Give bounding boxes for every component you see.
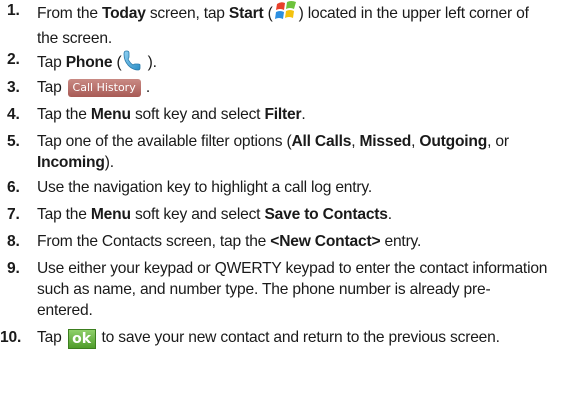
text: the screen. (37, 30, 112, 47)
text: From the Contacts screen, tap the (37, 233, 271, 250)
text: Tap one of the available filter options … (37, 133, 292, 150)
step-text: Tap ok to save your new contact and return… (37, 327, 581, 349)
text: Use either your keypad or QWERTY keypad … (37, 260, 548, 277)
step-number: 4. (7, 106, 20, 123)
start-label: Start (228, 5, 264, 22)
step-text: Tap Phone ( ). (37, 49, 581, 77)
step-number: 10. (0, 329, 22, 346)
text: Tap the (37, 206, 91, 223)
save-to-contacts-label: Save to Contacts (264, 206, 388, 223)
step-text: From the Today screen, tap Start ( ) loc… (37, 0, 581, 49)
step-text: Tap the Menu soft key and select Save to… (37, 204, 581, 225)
text: From the (37, 5, 102, 22)
step-number: 5. (7, 133, 20, 150)
text: , or (487, 133, 509, 150)
text: Tap (37, 329, 62, 346)
step-text: Tap one of the available filter options … (37, 131, 581, 173)
ok-button[interactable]: ok (67, 329, 96, 349)
windows-start-icon (273, 0, 299, 28)
step-number: 8. (7, 233, 20, 250)
menu-label: Menu (90, 206, 131, 223)
missed-label: Missed (359, 133, 412, 150)
text: entered. (37, 302, 93, 319)
step-number: 3. (7, 79, 20, 96)
incoming-label: Incoming (37, 154, 105, 171)
step-text: Tap Call History . (37, 77, 581, 98)
step-number: 2. (7, 51, 20, 68)
today-label: Today (101, 5, 146, 22)
text: . (387, 206, 392, 223)
call-history-button[interactable]: Call History (67, 79, 141, 97)
text: screen, tap (145, 5, 229, 22)
filter-label: Filter (264, 106, 302, 123)
text: ( (263, 5, 273, 22)
step-text: Tap the Menu soft key and select Filter. (37, 104, 581, 125)
phone-handset-icon (121, 49, 143, 77)
text: soft key and select (130, 106, 265, 123)
text: ) located in the upper left corner of (298, 5, 529, 22)
step-number: 1. (7, 2, 20, 19)
text: ). (104, 154, 114, 171)
text: soft key and select (130, 206, 265, 223)
text: to save your new contact and return to t… (101, 329, 500, 346)
text: ( (112, 54, 122, 71)
step-number: 9. (7, 260, 20, 277)
step-number: 6. (7, 179, 20, 196)
outgoing-label: Outgoing (419, 133, 488, 150)
step-number: 7. (7, 206, 20, 223)
text: . (301, 106, 306, 123)
text: such as name, and number type. The phone… (37, 281, 491, 298)
step-text: Use the navigation key to highlight a ca… (37, 179, 372, 196)
all-calls-label: All Calls (291, 133, 352, 150)
step-text: From the Contacts screen, tap the <New C… (37, 231, 581, 252)
text: ). (143, 54, 157, 71)
new-contact-label: <New Contact> (270, 233, 381, 250)
step-text: Use either your keypad or QWERTY keypad … (37, 258, 581, 321)
text: entry. (380, 233, 422, 250)
text: Tap (37, 54, 66, 71)
text: Tap the (37, 106, 91, 123)
text: . (145, 79, 150, 96)
menu-label: Menu (90, 106, 131, 123)
text: Tap (37, 79, 62, 96)
instruction-document: 1. From the Today screen, tap Start ( ) … (0, 0, 587, 404)
phone-label: Phone (65, 54, 113, 71)
